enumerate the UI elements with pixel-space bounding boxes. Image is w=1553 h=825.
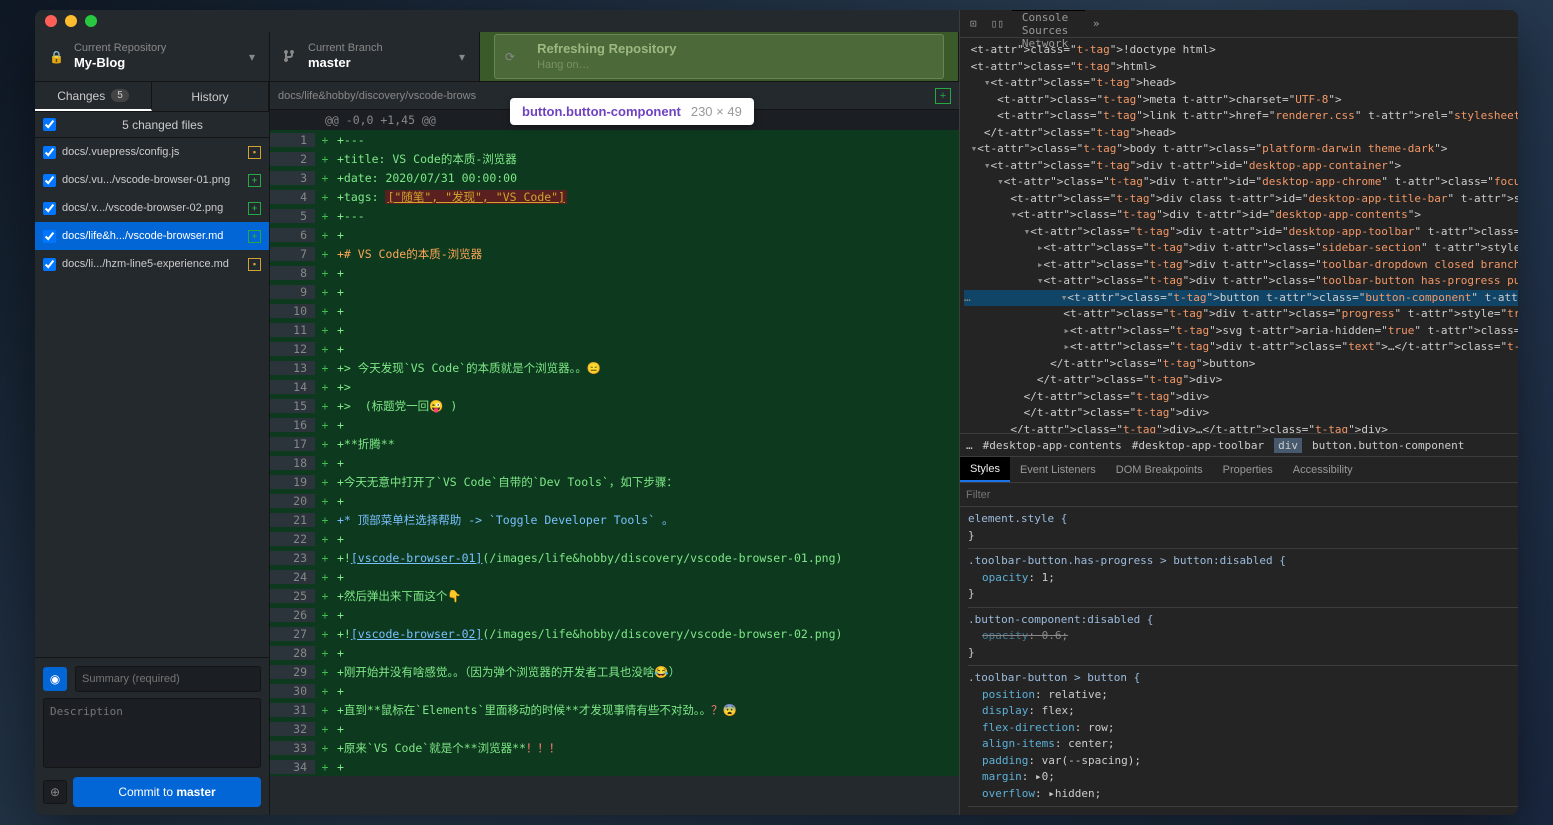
github-desktop-pane: 🔒 Current Repository My-Blog ▾ Current B… <box>35 10 959 815</box>
tooltip-dimensions: 230 × 49 <box>691 104 742 119</box>
file-checkbox[interactable] <box>43 258 56 271</box>
file-status-icon: + <box>248 230 261 243</box>
styles-filter-row: :hov .cls ＋ <box>960 483 1518 507</box>
styles-tab[interactable]: Properties <box>1213 457 1283 482</box>
styles-tabs: StylesEvent ListenersDOM BreakpointsProp… <box>960 457 1518 483</box>
branch-icon <box>284 47 298 66</box>
sidebar: Changes 5 History 5 changed files docs/.… <box>35 82 270 815</box>
select-all-checkbox[interactable] <box>43 118 56 131</box>
style-rules[interactable]: element.style {}.toolbar-button.has-prog… <box>960 507 1518 815</box>
file-name: docs/.v.../vscode-browser-02.png <box>62 202 242 214</box>
file-row[interactable]: docs/.vuepress/config.js • <box>35 138 269 166</box>
tab-changes[interactable]: Changes 5 <box>35 82 152 111</box>
styles-panel: StylesEvent ListenersDOM BreakpointsProp… <box>960 457 1518 815</box>
file-checkbox[interactable] <box>43 202 56 215</box>
devtools-tab[interactable]: Sources <box>1012 24 1085 37</box>
styles-tab[interactable]: Styles <box>960 457 1010 482</box>
summary-input[interactable] <box>75 666 261 692</box>
file-row[interactable]: docs/.vu.../vscode-browser-01.png + <box>35 166 269 194</box>
traffic-lights <box>45 15 97 27</box>
file-row[interactable]: docs/.v.../vscode-browser-02.png + <box>35 194 269 222</box>
files-header: 5 changed files <box>35 112 269 138</box>
styles-filter-input[interactable] <box>966 489 1518 501</box>
device-icon[interactable]: ▯▯ <box>985 17 1010 30</box>
file-status-icon: + <box>248 174 261 187</box>
refresh-sub: Hang on… <box>537 58 676 72</box>
add-status-icon: + <box>935 88 951 104</box>
file-checkbox[interactable] <box>43 230 56 243</box>
repo-dropdown[interactable]: 🔒 Current Repository My-Blog ▾ <box>35 32 270 81</box>
commit-button[interactable]: Commit to master <box>73 777 261 807</box>
push-pull-button[interactable]: ⟳ Refreshing Repository Hang on… <box>480 32 959 81</box>
file-row[interactable]: docs/life&h.../vscode-browser.md + <box>35 222 269 250</box>
inspect-tooltip: button.button-component 230 × 49 <box>510 98 754 125</box>
more-tabs-icon[interactable]: » <box>1087 17 1106 30</box>
avatar: ◉ <box>43 667 67 691</box>
toolbar: 🔒 Current Repository My-Blog ▾ Current B… <box>35 32 959 82</box>
sync-icon: ⟳ <box>505 50 515 64</box>
crumb[interactable]: #desktop-app-contents <box>983 439 1122 452</box>
chevron-down-icon: ▾ <box>459 50 465 64</box>
crumb[interactable]: button.button-component <box>1312 439 1464 452</box>
devtools-pane: ⊡ ▯▯ ElementsConsoleSourcesNetwork » ⊗ 3… <box>959 10 1518 815</box>
devtools-tab[interactable]: Console <box>1012 11 1085 24</box>
elements-tree[interactable]: <t-attr">class="t-tag">!doctype html> <t… <box>960 38 1518 433</box>
chevron-down-icon: ▾ <box>249 50 255 64</box>
crumb[interactable]: #desktop-app-toolbar <box>1132 439 1264 452</box>
file-status-icon: • <box>248 258 261 271</box>
file-name: docs/li.../hzm-line5-experience.md <box>62 258 242 270</box>
app-window: 🔒 Current Repository My-Blog ▾ Current B… <box>35 10 1518 815</box>
tooltip-selector: button.button-component <box>522 104 681 119</box>
breadcrumbs[interactable]: … #desktop-app-contents #desktop-app-toolb… <box>960 433 1518 457</box>
commit-form: ◉ ⊕ Commit to master <box>35 657 269 815</box>
file-name: docs/.vu.../vscode-browser-01.png <box>62 174 242 186</box>
description-input[interactable] <box>43 698 261 768</box>
crumb[interactable]: div <box>1274 438 1302 453</box>
styles-tab[interactable]: Accessibility <box>1283 457 1363 482</box>
inspect-icon[interactable]: ⊡ <box>964 17 983 30</box>
crumb[interactable]: … <box>966 439 973 452</box>
file-checkbox[interactable] <box>43 174 56 187</box>
lock-icon: 🔒 <box>49 50 64 64</box>
maximize-button[interactable] <box>85 15 97 27</box>
styles-tab[interactable]: DOM Breakpoints <box>1106 457 1213 482</box>
repo-label: Current Repository <box>74 41 166 55</box>
file-name: docs/life&h.../vscode-browser.md <box>62 230 242 242</box>
coauthor-button[interactable]: ⊕ <box>43 780 67 804</box>
close-button[interactable] <box>45 15 57 27</box>
file-status-icon: • <box>248 146 261 159</box>
diff-path: docs/life&hobby/discovery/vscode-brows <box>278 90 476 102</box>
minimize-button[interactable] <box>65 15 77 27</box>
tab-history[interactable]: History <box>152 82 269 111</box>
file-list: docs/.vuepress/config.js • docs/.vu.../vsc… <box>35 138 269 657</box>
branch-dropdown[interactable]: Current Branch master ▾ <box>270 32 480 81</box>
file-status-icon: + <box>248 202 261 215</box>
file-row[interactable]: docs/li.../hzm-line5-experience.md • <box>35 250 269 278</box>
changes-count-badge: 5 <box>111 89 129 102</box>
file-name: docs/.vuepress/config.js <box>62 146 242 158</box>
branch-name: master <box>308 55 383 72</box>
styles-tab[interactable]: Event Listeners <box>1010 457 1106 482</box>
repo-name: My-Blog <box>74 55 166 72</box>
titlebar <box>35 10 959 32</box>
diff-body[interactable]: @@ -0,0 +1,45 @@1++---2++title: VS Code的… <box>270 110 959 815</box>
devtools-tabs: ⊡ ▯▯ ElementsConsoleSourcesNetwork » ⊗ 3… <box>960 10 1518 38</box>
sidebar-tabs: Changes 5 History <box>35 82 269 112</box>
file-checkbox[interactable] <box>43 146 56 159</box>
diff-view: docs/life&hobby/discovery/vscode-brows +… <box>270 82 959 815</box>
refresh-title: Refreshing Repository <box>537 41 676 58</box>
branch-label: Current Branch <box>308 41 383 55</box>
